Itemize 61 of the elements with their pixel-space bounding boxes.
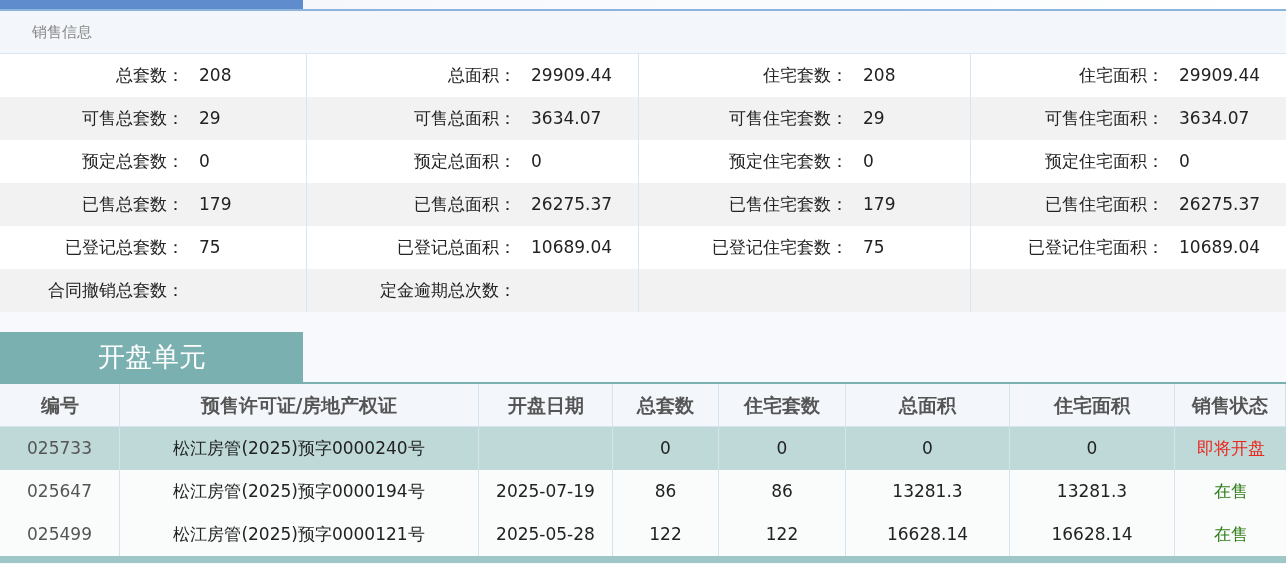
table-cell: 0 <box>846 427 1010 470</box>
stat-label: 预定住宅面积： <box>1045 150 1164 171</box>
stat-label: 已售总面积： <box>414 193 516 214</box>
stat-label: 已售住宅面积： <box>1045 193 1164 214</box>
stat-label: 总套数： <box>116 64 184 85</box>
column-header: 总套数 <box>613 384 719 427</box>
column-header: 开盘日期 <box>479 384 613 427</box>
table-cell: 0 <box>1010 427 1175 470</box>
stat-value: 3634.07 <box>531 107 602 128</box>
stat-value: 3634.07 <box>1179 107 1250 128</box>
stat-label: 合同撤销总套数： <box>48 279 184 300</box>
stat-value: 29909.44 <box>531 64 613 85</box>
stat-label: 已登记住宅面积： <box>1028 236 1164 257</box>
stat-value: 179 <box>863 193 896 214</box>
tab[interactable] <box>0 0 303 9</box>
stat-value: 0 <box>863 150 874 171</box>
stat-label: 已登记总套数： <box>65 236 184 257</box>
stat-label: 已登记住宅套数： <box>712 236 848 257</box>
stat-value: 29 <box>863 107 885 128</box>
stat-value: 10689.04 <box>531 236 613 257</box>
stat-label: 定金逾期总次数： <box>380 279 516 300</box>
stat-label: 已售总套数： <box>82 193 184 214</box>
stat-label: 预定总面积： <box>414 150 516 171</box>
stat-label: 已售住宅套数： <box>729 193 848 214</box>
stat-value: 208 <box>199 64 232 85</box>
status-text: 即将开盘 <box>1196 436 1265 460</box>
stat-label: 预定总套数： <box>82 150 184 171</box>
column-header: 编号 <box>0 384 120 427</box>
stat-value: 29 <box>199 107 221 128</box>
table-cell: 025733 <box>0 427 120 470</box>
stat-label: 可售住宅面积： <box>1045 107 1164 128</box>
column-header: 住宅面积 <box>1010 384 1175 427</box>
column-header: 预售许可证/房地产权证 <box>120 384 479 427</box>
stat-value: 0 <box>531 150 542 171</box>
stat-value: 26275.37 <box>1179 193 1261 214</box>
stat-label: 总面积： <box>448 64 516 85</box>
status-text: 在售 <box>1213 522 1248 546</box>
stat-value: 75 <box>199 236 221 257</box>
stat-value: 179 <box>199 193 232 214</box>
stat-label: 可售总面积： <box>414 107 516 128</box>
stat-value: 208 <box>863 64 896 85</box>
section-title: 销售信息 <box>32 21 92 43</box>
status-text: 在售 <box>1213 479 1248 503</box>
table-cell: 0 <box>613 427 719 470</box>
stat-value: 0 <box>1179 150 1190 171</box>
stat-label: 可售总套数： <box>82 107 184 128</box>
stat-value: 29909.44 <box>1179 64 1261 85</box>
table-cell: 0 <box>719 427 846 470</box>
column-header: 销售状态 <box>1175 384 1286 427</box>
stat-label: 住宅套数： <box>763 64 848 85</box>
stat-label: 预定住宅套数： <box>729 150 848 171</box>
stat-label: 住宅面积： <box>1079 64 1164 85</box>
stat-value: 0 <box>199 150 210 171</box>
column-header: 住宅套数 <box>719 384 846 427</box>
stat-value: 75 <box>863 236 885 257</box>
stat-label: 可售住宅套数： <box>729 107 848 128</box>
stat-value: 10689.04 <box>1179 236 1261 257</box>
stat-label: 已登记总面积： <box>397 236 516 257</box>
table-cell: 松江房管(2025)预字0000240号 <box>120 427 479 470</box>
stat-value: 26275.37 <box>531 193 613 214</box>
column-header: 总面积 <box>846 384 1010 427</box>
